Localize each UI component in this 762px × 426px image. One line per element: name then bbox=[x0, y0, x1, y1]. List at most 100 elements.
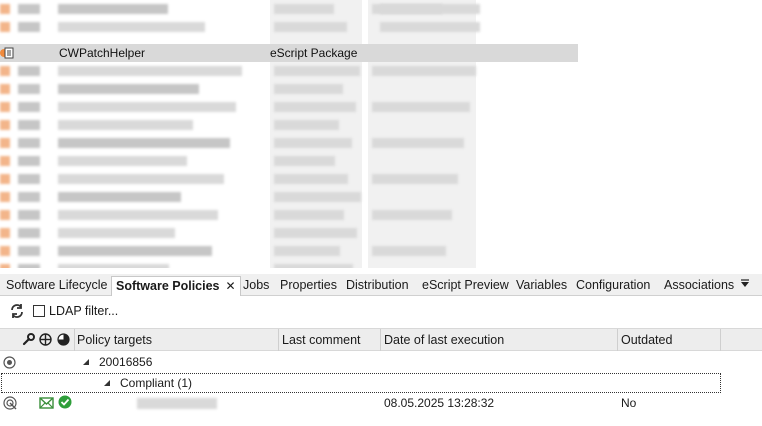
redacted-cell bbox=[18, 84, 40, 94]
redacted-cell bbox=[274, 210, 344, 220]
package-list: CWPatchHelper eScript Package bbox=[0, 0, 762, 268]
package-type: eScript Package bbox=[270, 46, 358, 60]
redacted-cell bbox=[58, 264, 169, 268]
column-strip bbox=[368, 0, 476, 268]
column-separator[interactable] bbox=[278, 329, 279, 351]
column-separator[interactable] bbox=[617, 329, 618, 351]
eye-icon bbox=[3, 356, 16, 369]
redacted-cell bbox=[58, 84, 199, 94]
redacted-cell bbox=[18, 228, 40, 238]
redacted-cell bbox=[58, 102, 236, 112]
redacted-cell bbox=[58, 228, 175, 238]
redacted-cell bbox=[274, 102, 356, 112]
redacted-cell bbox=[274, 156, 335, 166]
redacted-cell bbox=[274, 66, 360, 76]
toolbar: LDAP filter... bbox=[0, 298, 762, 326]
redacted-cell bbox=[0, 228, 10, 238]
column-separator[interactable] bbox=[720, 329, 721, 351]
redacted-cell bbox=[58, 138, 230, 148]
redacted-cell bbox=[274, 192, 361, 202]
collapse-triangle-icon[interactable] bbox=[82, 358, 90, 366]
tab-associations[interactable]: Associations bbox=[664, 276, 734, 296]
redacted-cell bbox=[0, 84, 10, 94]
redacted-cell bbox=[274, 264, 353, 268]
redacted-cell bbox=[0, 156, 10, 166]
tab-configuration[interactable]: Configuration bbox=[576, 276, 650, 296]
date-of-last-execution-cell: 08.05.2025 13:28:32 bbox=[384, 396, 495, 410]
group-row[interactable]: 20016856 bbox=[0, 352, 762, 372]
column-separator[interactable] bbox=[380, 329, 381, 351]
redacted-cell bbox=[0, 120, 10, 130]
redacted-cell bbox=[18, 66, 40, 76]
redacted-cell bbox=[18, 4, 40, 14]
tab-jobs[interactable]: Jobs bbox=[243, 276, 269, 296]
tab-variables[interactable]: Variables bbox=[516, 276, 567, 296]
redacted-cell bbox=[0, 174, 10, 184]
redacted-cell bbox=[0, 210, 10, 220]
redacted-cell bbox=[0, 22, 10, 32]
target-icon bbox=[3, 396, 17, 410]
redacted-cell bbox=[372, 246, 446, 256]
redacted-cell bbox=[58, 22, 205, 32]
redacted-cell bbox=[58, 246, 212, 256]
redacted-cell bbox=[58, 156, 187, 166]
chevron-down-icon[interactable] bbox=[740, 278, 750, 288]
redacted-cell bbox=[18, 174, 40, 184]
redacted-cell bbox=[18, 156, 40, 166]
check-circle-icon bbox=[58, 395, 72, 409]
redacted-cell bbox=[380, 4, 480, 14]
subgroup-label: Compliant (1) bbox=[120, 376, 193, 390]
ldap-filter-label[interactable]: LDAP filter... bbox=[49, 304, 118, 318]
redacted-cell bbox=[0, 4, 10, 14]
tab-software-policies-label: Software Policies bbox=[116, 279, 220, 293]
redacted-cell bbox=[372, 102, 470, 112]
redacted-cell bbox=[18, 210, 40, 220]
redacted-cell bbox=[274, 22, 347, 32]
tab-properties[interactable]: Properties bbox=[280, 276, 337, 296]
wrench-icon bbox=[22, 333, 35, 346]
package-name: CWPatchHelper bbox=[59, 46, 146, 60]
redacted-cell bbox=[18, 120, 40, 130]
column-header-last-comment[interactable]: Last comment bbox=[282, 333, 361, 347]
redacted-cell bbox=[18, 264, 40, 268]
redacted-cell bbox=[274, 4, 334, 14]
redacted-cell bbox=[372, 138, 464, 148]
subgroup-row[interactable]: Compliant (1) bbox=[1, 373, 721, 393]
group-label: 20016856 bbox=[99, 355, 153, 369]
redacted-cell bbox=[18, 138, 40, 148]
redacted-cell bbox=[372, 210, 452, 220]
redacted-cell bbox=[0, 102, 10, 112]
redacted-policy-target bbox=[137, 398, 217, 409]
column-separator[interactable] bbox=[74, 329, 75, 351]
column-header-policy-targets[interactable]: Policy targets bbox=[77, 333, 152, 347]
redacted-cell bbox=[0, 138, 10, 148]
collapse-triangle-icon[interactable] bbox=[103, 379, 111, 387]
redacted-cell bbox=[372, 174, 458, 184]
close-icon[interactable]: ✕ bbox=[226, 279, 236, 293]
tab-distribution[interactable]: Distribution bbox=[346, 276, 409, 296]
column-header-date-of-last-execution[interactable]: Date of last execution bbox=[384, 333, 504, 347]
redacted-cell bbox=[58, 120, 193, 130]
redacted-cell bbox=[274, 174, 348, 184]
package-row-selected[interactable]: CWPatchHelper eScript Package bbox=[0, 44, 578, 62]
table-row[interactable]: 08.05.2025 13:28:32 No bbox=[0, 394, 762, 414]
tab-escript-preview[interactable]: eScript Preview bbox=[422, 276, 509, 296]
redacted-cell bbox=[58, 4, 168, 14]
redacted-cell bbox=[18, 102, 40, 112]
redacted-cell bbox=[58, 66, 242, 76]
column-header-outdated[interactable]: Outdated bbox=[621, 333, 672, 347]
outdated-cell: No bbox=[621, 396, 637, 410]
ldap-filter-checkbox[interactable] bbox=[33, 305, 45, 317]
tab-software-policies[interactable]: Software Policies ✕ bbox=[111, 276, 241, 296]
redacted-cell bbox=[0, 264, 10, 268]
redacted-cell bbox=[0, 246, 10, 256]
redacted-cell bbox=[18, 246, 40, 256]
redacted-cell bbox=[58, 192, 181, 202]
tab-software-lifecycle[interactable]: Software Lifecycle bbox=[6, 276, 107, 296]
redacted-cell bbox=[274, 228, 357, 238]
refresh-icon[interactable] bbox=[9, 303, 25, 319]
redacted-cell bbox=[0, 66, 10, 76]
package-file-icon bbox=[0, 47, 14, 59]
redacted-cell bbox=[18, 22, 40, 32]
deploy-icon bbox=[39, 333, 52, 346]
